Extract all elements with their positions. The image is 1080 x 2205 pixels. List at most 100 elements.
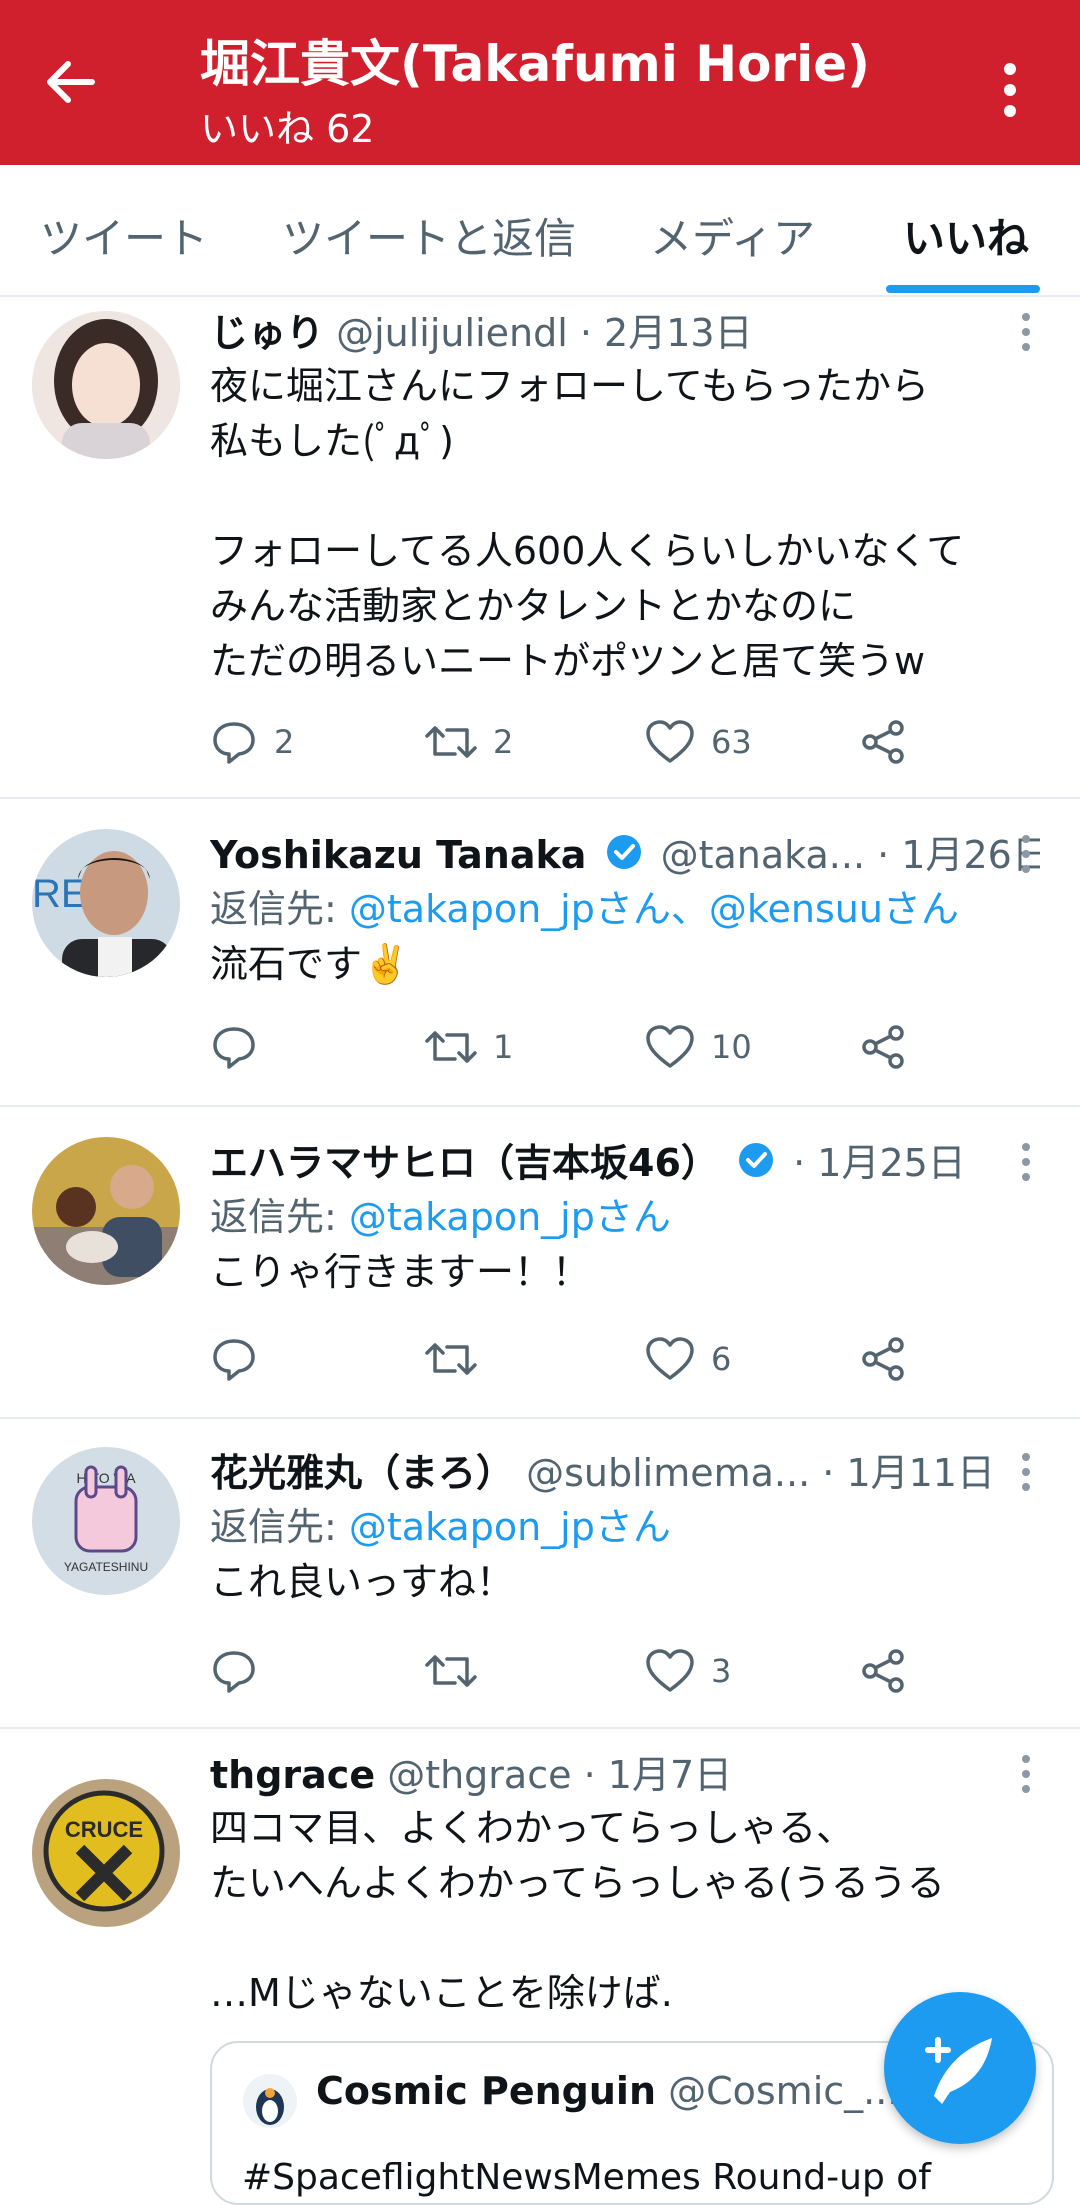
tweet-header: 花光雅丸（まろ） @sublimema... · 1月11日 [210, 1447, 1040, 1499]
reply-mentions[interactable]: @takapon_jpさん [349, 1195, 671, 1239]
reply-context: 返信先: @takapon_jpさん、@kensuuさん [210, 881, 1040, 937]
tab-likes[interactable]: いいね [903, 205, 1029, 266]
more-options-icon[interactable] [990, 55, 1030, 125]
author-name[interactable]: エハラマサヒロ（吉本坂46） [210, 1141, 719, 1185]
verified-badge-icon [737, 1140, 775, 1190]
tweet-date[interactable]: 1月25日 [817, 1141, 966, 1185]
tweet-actions: 2 2 63 [210, 712, 970, 772]
tweet-item[interactable]: じゅり @julijuliendl · 2月13日 夜に堀江さんにフォローしても… [0, 297, 1080, 799]
author-handle[interactable]: @thgrace [387, 1753, 571, 1797]
like-count: 10 [711, 1028, 752, 1066]
heart-icon [646, 1025, 694, 1068]
author-name[interactable]: Yoshikazu Tanaka [210, 833, 586, 877]
compose-tweet-button[interactable] [884, 1992, 1036, 2144]
retweet-button[interactable]: 2 [425, 712, 513, 772]
like-count: 3 [711, 1652, 732, 1690]
separator-dot: · [579, 311, 592, 355]
tab-tweets-and-replies[interactable]: ツイートと返信 [282, 205, 576, 266]
avatar[interactable] [32, 1137, 180, 1285]
reply-button[interactable] [210, 1017, 274, 1077]
tweet-item[interactable]: エハラマサヒロ（吉本坂46） · 1月25日 返信先: @takapon_jpさ… [0, 1107, 1080, 1419]
compose-feather-icon [925, 2037, 992, 2104]
share-icon [862, 1649, 904, 1693]
avatar-text-yagateshinu: YAGATESHINU [64, 1560, 148, 1574]
avatar[interactable]: CRUCE [32, 1779, 180, 1927]
author-handle[interactable]: @julijuliendl [336, 311, 568, 355]
reply-count: 2 [274, 723, 295, 761]
tweet-header: エハラマサヒロ（吉本坂46） · 1月25日 [210, 1137, 1040, 1189]
tweet-header: Yoshikazu Tanaka @tanaka... · 1月26日 [210, 829, 1040, 881]
tweet-more-icon[interactable] [1016, 1749, 1036, 1799]
retweet-button[interactable] [425, 1641, 493, 1701]
author-handle[interactable]: @sublimema... [526, 1451, 810, 1495]
tweet-actions: 6 [210, 1329, 970, 1389]
reply-mentions[interactable]: @takapon_jpさん、@kensuuさん [349, 887, 959, 931]
quoted-tweet-header: Cosmic Penguin @Cosmic_... · [316, 2069, 924, 2113]
reply-mentions[interactable]: @takapon_jpさん [349, 1505, 671, 1549]
share-button[interactable] [860, 1017, 906, 1077]
separator-dot: · [583, 1753, 596, 1797]
like-button[interactable]: 63 [645, 712, 752, 772]
reply-button[interactable] [210, 1329, 274, 1389]
tweet-header: じゅり @julijuliendl · 2月13日 [210, 307, 1040, 359]
active-tab-indicator [886, 285, 1040, 293]
author-name[interactable]: じゅり [210, 311, 324, 355]
reply-button[interactable] [210, 1641, 274, 1701]
reply-icon [213, 1339, 255, 1381]
share-button[interactable] [860, 1329, 906, 1389]
quoted-avatar [242, 2073, 298, 2129]
retweet-count: 1 [493, 1028, 514, 1066]
tweet-more-icon[interactable] [1016, 829, 1036, 879]
tab-media[interactable]: メディア [650, 205, 815, 266]
tweet-header: thgrace @thgrace · 1月7日 [210, 1749, 1040, 1801]
avatar[interactable] [32, 311, 180, 459]
tweet-text: これ良いっすね！ [210, 1560, 515, 1604]
reply-context: 返信先: @takapon_jpさん [210, 1499, 1040, 1555]
reply-context: 返信先: @takapon_jpさん [210, 1189, 1040, 1245]
separator-dot: · [877, 833, 890, 877]
reply-icon [213, 1651, 255, 1693]
tweet-actions: 3 [210, 1641, 970, 1701]
retweet-icon [425, 1343, 477, 1375]
tweet-date[interactable]: 1月7日 [608, 1753, 732, 1797]
retweet-button[interactable] [425, 1329, 493, 1389]
tweet-item[interactable]: RE Yoshikazu Tanaka @tanaka... · 1月26日 返… [0, 799, 1080, 1107]
like-count: 6 [711, 1340, 732, 1378]
verified-badge-icon [605, 832, 643, 882]
avatar-text-cruce: CRUCE [65, 1817, 143, 1842]
tweet-date[interactable]: 1月11日 [846, 1451, 995, 1495]
like-button[interactable]: 10 [645, 1017, 752, 1077]
reply-button[interactable]: 2 [210, 712, 294, 772]
quoted-author-name: Cosmic Penguin [316, 2069, 656, 2113]
like-button[interactable]: 6 [645, 1329, 731, 1389]
profile-title: 堀江貴文(Takafumi Horie) [200, 35, 870, 93]
share-icon [862, 1025, 904, 1069]
author-name[interactable]: thgrace [210, 1753, 375, 1797]
author-handle[interactable]: @tanaka... [661, 833, 865, 877]
share-button[interactable] [860, 1641, 906, 1701]
tweet-date[interactable]: 2月13日 [604, 311, 753, 355]
tweet-more-icon[interactable] [1016, 1137, 1036, 1187]
tweet-text: こりゃ行きますー！！ [210, 1250, 591, 1294]
retweet-button[interactable]: 1 [425, 1017, 513, 1077]
share-icon [862, 720, 904, 764]
reply-icon [213, 1027, 255, 1069]
avatar-text-re: RE [32, 872, 88, 916]
tab-tweets[interactable]: ツイート [40, 205, 208, 266]
tweet-more-icon[interactable] [1016, 1447, 1036, 1497]
author-name[interactable]: 花光雅丸（まろ） [210, 1451, 514, 1495]
avatar[interactable]: RE [32, 829, 180, 977]
quoted-author-handle: @Cosmic_... [668, 2069, 900, 2113]
back-arrow-icon[interactable] [40, 52, 120, 122]
retweet-icon [425, 1031, 477, 1063]
profile-tabs: ツイート ツイートと返信 メディア いいね [0, 165, 1080, 297]
like-button[interactable]: 3 [645, 1641, 731, 1701]
reply-icon [213, 722, 255, 764]
share-button[interactable] [860, 712, 906, 772]
avatar[interactable]: HITO WA YAGATESHINU [32, 1447, 180, 1595]
retweet-icon [425, 1655, 477, 1687]
tweet-more-icon[interactable] [1016, 307, 1036, 357]
reply-prefix: 返信先: [210, 1505, 337, 1549]
tweet-item[interactable]: HITO WA YAGATESHINU 花光雅丸（まろ） @sublimema.… [0, 1419, 1080, 1729]
separator-dot: · [793, 1141, 806, 1185]
